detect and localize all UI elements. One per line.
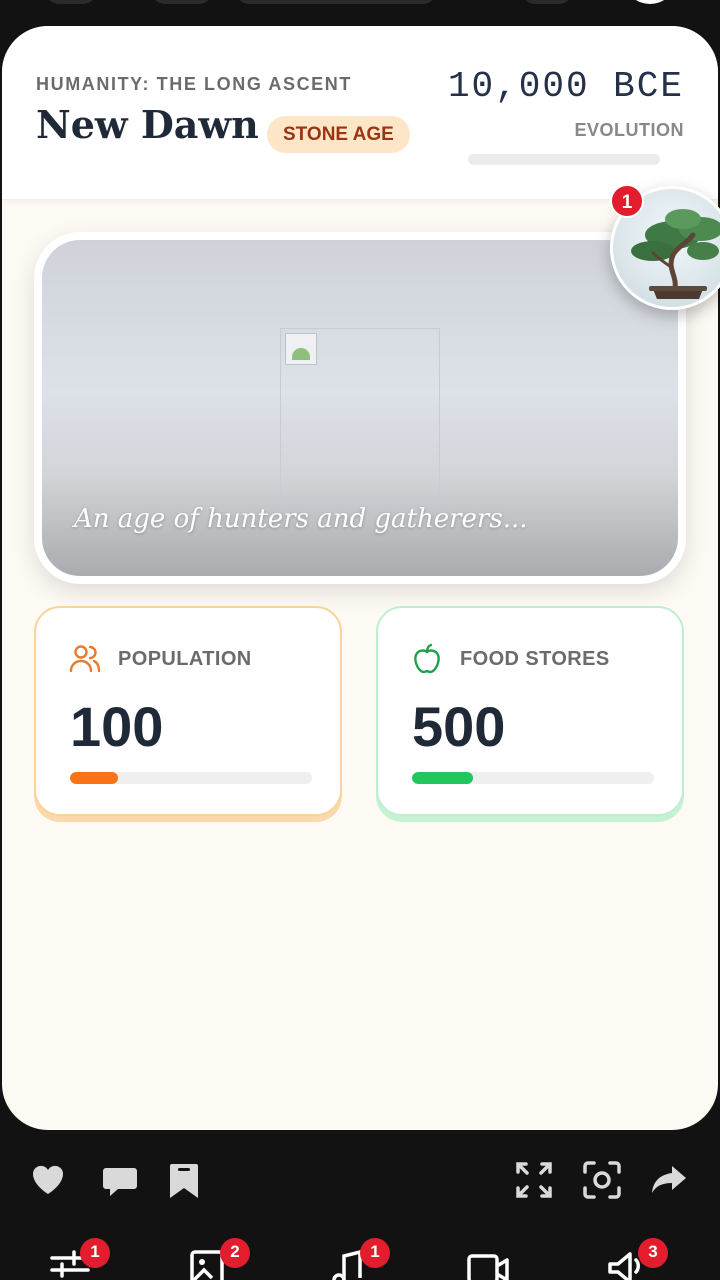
status-dot	[626, 0, 674, 4]
nav-badge: 1	[80, 1238, 110, 1268]
food-stores-bar-fill	[412, 772, 473, 784]
nav-video[interactable]	[466, 1244, 510, 1280]
food-stores-label: FOOD STORES	[460, 648, 610, 670]
population-bar	[70, 772, 312, 784]
hero-card[interactable]: An age of hunters and gatherers...	[34, 232, 686, 584]
screenshot-icon[interactable]	[582, 1160, 622, 1200]
evolution-label: EVOLUTION	[574, 120, 684, 140]
broken-image-icon	[285, 333, 317, 365]
hero-image: An age of hunters and gatherers...	[42, 240, 678, 576]
population-card[interactable]: POPULATION 100	[34, 606, 342, 816]
nav-audio[interactable]: 3	[606, 1238, 668, 1280]
evolution-progress-bar	[468, 154, 660, 165]
bottom-navigation: 1 2 1 3	[0, 1230, 720, 1280]
food-stores-value: 500	[412, 695, 506, 758]
hero-caption: An age of hunters and gatherers...	[74, 504, 528, 534]
era-badge: STONE AGE	[267, 116, 410, 153]
status-pill	[522, 0, 572, 4]
food-stores-card[interactable]: FOOD STORES 500	[376, 606, 684, 816]
status-pill	[236, 0, 436, 4]
avatar-notification-badge: 1	[610, 184, 644, 218]
nav-badge: 1	[360, 1238, 390, 1268]
game-kicker: HUMANITY: THE LONG ASCENT	[36, 74, 352, 94]
nav-music[interactable]: 1	[328, 1238, 390, 1280]
expand-icon[interactable]	[514, 1160, 554, 1200]
food-stores-bar	[412, 772, 654, 784]
population-value: 100	[70, 695, 164, 758]
population-label: POPULATION	[118, 648, 252, 670]
nav-badge: 2	[220, 1238, 250, 1268]
comment-icon[interactable]	[100, 1160, 140, 1200]
nav-badge: 3	[638, 1238, 668, 1268]
bookmark-icon[interactable]	[164, 1160, 204, 1200]
population-bar-fill	[70, 772, 119, 784]
status-strip	[0, 0, 720, 24]
nav-images[interactable]: 2	[188, 1238, 250, 1280]
year-display: 10,000 BCE	[447, 66, 684, 107]
page-title: New Dawn	[36, 102, 259, 147]
broken-image-placeholder	[280, 328, 440, 498]
video-icon	[467, 1254, 509, 1280]
nav-adjustments[interactable]: 1	[48, 1238, 110, 1280]
status-pill	[46, 0, 96, 4]
share-icon[interactable]	[650, 1160, 690, 1200]
app-screen: HUMANITY: THE LONG ASCENT New Dawn STONE…	[0, 0, 720, 1280]
header: HUMANITY: THE LONG ASCENT New Dawn STONE…	[2, 26, 718, 200]
apple-icon	[414, 643, 440, 674]
action-bar	[0, 1140, 720, 1220]
heart-icon[interactable]	[28, 1160, 68, 1200]
people-icon	[69, 645, 101, 673]
game-card: HUMANITY: THE LONG ASCENT New Dawn STONE…	[2, 26, 718, 1130]
status-pill	[152, 0, 212, 4]
